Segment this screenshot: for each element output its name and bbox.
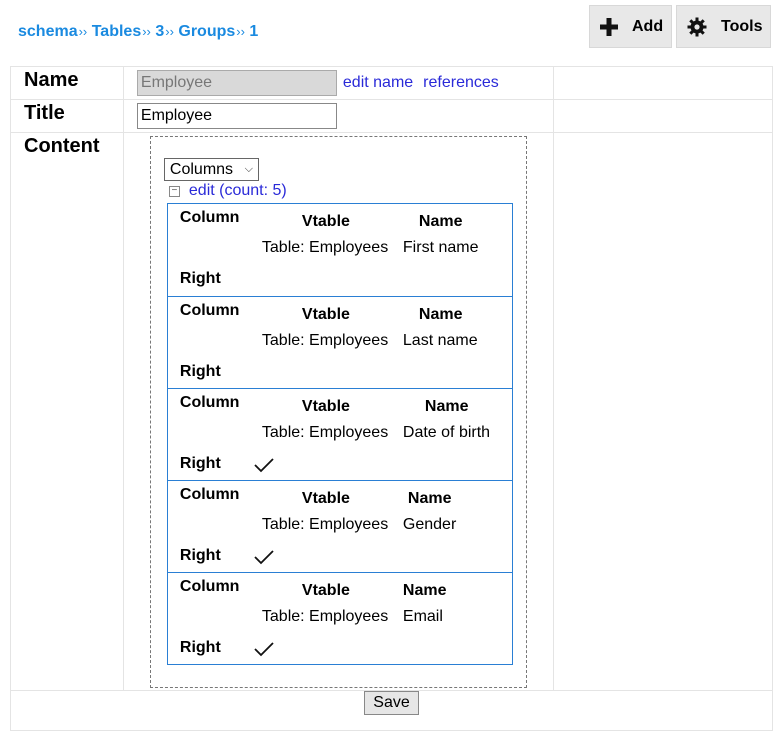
name-value: First name [402, 239, 479, 256]
breadcrumb-separator: ›› [78, 24, 88, 39]
edit-columns-link[interactable]: − edit (count: 5) [168, 182, 287, 200]
name-field [136, 70, 337, 96]
name-value: Date of birth [402, 424, 491, 441]
list-item: Column Vtable Name Table: Employees Gend… [167, 480, 512, 572]
add-button-label: Add [632, 17, 664, 35]
title-field[interactable] [136, 103, 337, 129]
column-header: Column [179, 578, 240, 595]
content-type-select[interactable]: Columns ⌵ [163, 158, 259, 181]
column-header: Column [179, 209, 240, 226]
content-type-value: Columns [169, 160, 234, 178]
column-header: Column [179, 394, 240, 411]
name-header: Name [418, 213, 463, 230]
checkmark-icon [254, 458, 274, 473]
vtable-header: Vtable [301, 490, 350, 507]
content-panel: Columns ⌵ − edit (count: 5) Column Vtabl… [149, 136, 527, 688]
list-item: Column Vtable Name Table: Employees Firs… [168, 204, 512, 296]
tools-button[interactable]: Tools [676, 5, 771, 48]
name-value: Email [402, 608, 443, 625]
breadcrumb-separator: ›› [165, 24, 174, 39]
vtable-value: Table: Employees [261, 239, 389, 256]
breadcrumb-tables[interactable]: Tables [92, 23, 142, 40]
references-link[interactable]: references [423, 74, 499, 92]
breadcrumb: schema›› Tables›› 3›› Groups›› 1 [18, 23, 258, 41]
breadcrumb-groups[interactable]: Groups [178, 23, 235, 40]
list-item: Column Vtable Name Table: Employees Last… [167, 296, 512, 388]
breadcrumb-separator: ›› [236, 24, 245, 39]
edit-form: Name edit name references Title Content … [10, 66, 774, 731]
breadcrumb-schema[interactable]: schema [18, 23, 78, 40]
list-item: Column Vtable Name Table: Employees Date… [167, 388, 512, 480]
vtable-header: Vtable [301, 582, 350, 599]
save-button[interactable]: Save [364, 691, 419, 715]
name-label: Name [24, 69, 79, 91]
checkmark-icon [254, 642, 274, 657]
edit-columns-label: edit (count: 5) [188, 182, 287, 199]
vtable-value: Table: Employees [261, 516, 389, 533]
breadcrumb-separator: ›› [142, 24, 151, 39]
vtable-value: Table: Employees [261, 424, 389, 441]
name-header: Name [407, 490, 452, 507]
content-label: Content [24, 135, 100, 157]
vtable-header: Vtable [301, 213, 350, 230]
column-header: Column [179, 486, 240, 503]
edit-name-link[interactable]: edit name [343, 74, 413, 92]
name-header: Name [418, 306, 463, 323]
list-item: Column Vtable Name Table: Employees Emai… [167, 572, 512, 664]
add-button[interactable]: Add [589, 5, 672, 48]
checkmark-icon [254, 550, 274, 565]
name-value: Last name [402, 332, 478, 349]
vtable-value: Table: Employees [261, 608, 389, 625]
name-header: Name [402, 582, 447, 599]
breadcrumb-group-1[interactable]: 1 [249, 23, 258, 40]
columns-list: Column Vtable Name Table: Employees Firs… [166, 203, 513, 665]
right-header: Right [179, 639, 221, 656]
name-header: Name [424, 398, 469, 415]
title-label: Title [24, 102, 65, 124]
right-header: Right [179, 363, 221, 380]
right-header: Right [179, 270, 221, 287]
breadcrumb-table-3[interactable]: 3 [155, 23, 164, 40]
vtable-header: Vtable [301, 398, 350, 415]
name-value: Gender [402, 516, 457, 533]
collapse-icon[interactable]: − [168, 185, 180, 197]
tools-button-label: Tools [721, 17, 763, 35]
right-header: Right [179, 455, 221, 472]
plus-icon [600, 17, 618, 37]
column-header: Column [179, 302, 240, 319]
right-header: Right [179, 547, 221, 564]
vtable-header: Vtable [301, 306, 350, 323]
vtable-value: Table: Employees [261, 332, 389, 349]
gear-icon [687, 17, 707, 37]
chevron-down-icon: ⌵ [244, 163, 253, 175]
